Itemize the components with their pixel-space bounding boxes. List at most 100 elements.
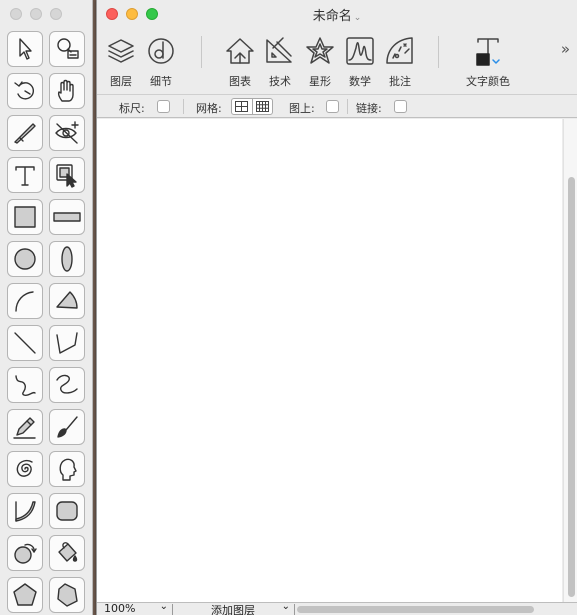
ruler-checkbox[interactable] (157, 100, 170, 113)
annotation-icon (386, 37, 413, 64)
window-title[interactable]: 未命名 ⌄ (97, 5, 577, 24)
tool-hide[interactable] (49, 115, 85, 151)
status-bar: 100% ⌄ 添加图层 ⌄ (97, 601, 577, 615)
title-bar[interactable]: 未命名 ⌄ (97, 0, 577, 28)
palette-close-button[interactable] (10, 8, 22, 20)
tool-head[interactable] (49, 451, 85, 487)
ellipse-icon (61, 246, 73, 272)
tool-palette (0, 0, 93, 615)
palette-zoom-button[interactable] (50, 8, 62, 20)
tool-polygon[interactable] (49, 577, 85, 613)
tool-freehand[interactable] (7, 367, 43, 403)
polygon-icon (57, 583, 78, 607)
tool-pie[interactable] (49, 283, 85, 319)
tool-bucket[interactable] (49, 535, 85, 571)
toolbar-text-color-button[interactable]: 文字颜色 (465, 34, 511, 89)
rounded-rect-icon (56, 501, 78, 521)
toolbar-annotation-button[interactable]: 批注 (378, 34, 422, 89)
tool-hand[interactable] (49, 73, 85, 109)
toolbar-star-label: 星形 (309, 75, 331, 88)
grid-segmented-control (231, 98, 273, 115)
toolbar-separator (201, 36, 202, 68)
zoom-select[interactable]: 100% ⌄ (104, 601, 172, 615)
tool-shape-rotate[interactable] (7, 535, 43, 571)
tool-image-select[interactable] (49, 157, 85, 193)
options-bar: 标尺: 网格: 图上: 链接: (97, 94, 577, 118)
grid-fine-icon (255, 101, 269, 112)
vertical-scrollbar-thumb[interactable] (568, 177, 575, 597)
arrow-pointer-icon (19, 38, 32, 60)
toolbar-details-button[interactable]: 细节 (139, 34, 183, 89)
toolbar: 图层 细节 图表 技术 星形 数学 批注 文字颜色 » (97, 28, 577, 94)
tool-text[interactable] (7, 157, 43, 193)
chevron-down-icon: ⌄ (353, 13, 362, 23)
text-color-icon (476, 38, 500, 66)
circle-icon (14, 248, 36, 270)
zoom-value: 100% (104, 602, 136, 615)
tool-line[interactable] (7, 325, 43, 361)
tool-pencil[interactable] (7, 409, 43, 445)
technical-ruler-icon (266, 37, 292, 63)
zoom-chevron-down-icon: ⌄ (159, 601, 168, 612)
add-layer-label: 添加图层 (211, 604, 255, 615)
toolbar-layers-button[interactable]: 图层 (99, 34, 143, 89)
tool-ellipse[interactable] (49, 241, 85, 277)
status-separator-2 (294, 604, 295, 615)
tool-brush[interactable] (49, 409, 85, 445)
palette-window-controls (10, 8, 62, 20)
tool-bar[interactable] (49, 199, 85, 235)
image-select-icon (56, 164, 77, 188)
tool-rounded-rect[interactable] (49, 493, 85, 529)
add-layer-select[interactable]: 添加图层 ⌄ (173, 601, 293, 615)
toolbar-layers-label: 图层 (110, 75, 132, 88)
ruler-label: 标尺: (119, 102, 145, 115)
tool-polyline[interactable] (49, 325, 85, 361)
toolbar-math-label: 数学 (349, 75, 371, 88)
tool-rectangle[interactable] (7, 199, 43, 235)
grid-coarse-icon (235, 101, 249, 112)
toolbar-chart-label: 图表 (229, 75, 251, 88)
link-checkbox[interactable] (394, 100, 407, 113)
grid-coarse-button[interactable] (232, 99, 252, 114)
quarter-shape-icon (15, 501, 36, 522)
toolbar-separator-2 (438, 36, 439, 68)
tool-arc[interactable] (7, 283, 43, 319)
math-graph-icon (346, 37, 374, 65)
on-top-checkbox[interactable] (326, 100, 339, 113)
tool-rotate[interactable] (7, 73, 43, 109)
paintbrush-icon (57, 416, 78, 438)
spiral-icon (16, 459, 33, 477)
toolbar-star-button[interactable]: 星形 (298, 34, 342, 89)
document-window: 未命名 ⌄ 图层 细节 图表 技术 星形 数学 批注 文字颜色 » 标尺: 网格… (96, 0, 577, 615)
freehand-curve-icon (15, 375, 36, 397)
toolbar-overflow-chevron-icon[interactable]: » (561, 40, 570, 58)
options-separator-2 (347, 99, 348, 114)
toolbar-details-label: 细节 (150, 75, 172, 88)
vertical-scrollbar[interactable] (563, 119, 577, 603)
layers-icon (108, 39, 134, 63)
hide-eye-icon (55, 121, 79, 144)
tool-quarter[interactable] (7, 493, 43, 529)
rectangle-icon (14, 206, 36, 228)
tool-spiral[interactable] (7, 451, 43, 487)
toolbar-math-button[interactable]: 数学 (338, 34, 382, 89)
tool-zoom[interactable] (49, 31, 85, 67)
palette-minimize-button[interactable] (30, 8, 42, 20)
grid-label: 网格: (196, 102, 222, 115)
horizontal-scrollbar-thumb[interactable] (297, 606, 534, 613)
grid-fine-button[interactable] (251, 99, 273, 114)
paint-bucket-icon (58, 542, 78, 562)
on-top-label: 图上: (289, 102, 315, 115)
tool-squiggle[interactable] (49, 367, 85, 403)
head-profile-icon (59, 458, 77, 481)
tool-circle[interactable] (7, 241, 43, 277)
toolbar-technical-button[interactable]: 技术 (258, 34, 302, 89)
tool-knife[interactable] (7, 115, 43, 151)
tool-pentagon[interactable] (7, 577, 43, 613)
drawing-canvas[interactable] (97, 119, 562, 603)
tool-arrow[interactable] (7, 31, 43, 67)
link-label: 链接: (356, 102, 382, 115)
knife-cut-icon (14, 123, 36, 144)
toolbar-chart-button[interactable]: 图表 (218, 34, 262, 89)
add-layer-chevron-down-icon: ⌄ (281, 601, 290, 612)
